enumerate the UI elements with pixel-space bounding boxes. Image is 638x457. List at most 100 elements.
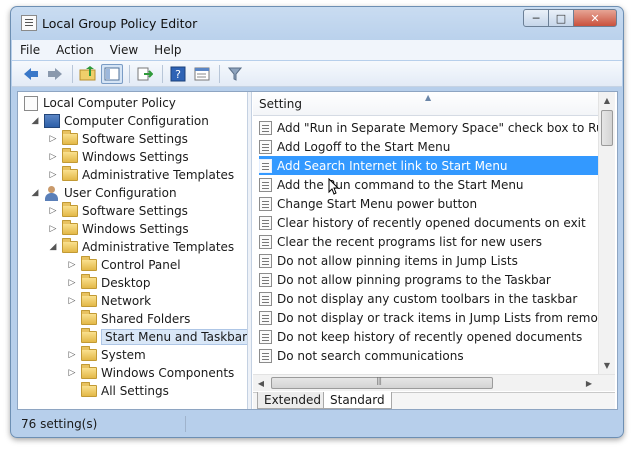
console-tree: Local Computer Policy ◢ Computer Configu… bbox=[18, 92, 247, 409]
expand-triangle-icon[interactable]: ▷ bbox=[67, 350, 77, 360]
help-button[interactable]: ? bbox=[167, 64, 189, 84]
setting-icon bbox=[259, 215, 272, 230]
properties-button[interactable] bbox=[191, 64, 213, 84]
horizontal-scroll-thumb[interactable] bbox=[271, 376, 493, 389]
menu-action[interactable]: Action bbox=[48, 43, 102, 57]
tree-node-windows-components[interactable]: ▷ Windows Components bbox=[67, 364, 234, 382]
folder-icon bbox=[62, 148, 78, 163]
status-text: 76 setting(s) bbox=[21, 416, 98, 431]
content-area: Local Computer Policy ◢ Computer Configu… bbox=[17, 91, 618, 410]
setting-row[interactable]: Do not search communications bbox=[259, 346, 598, 365]
folder-icon bbox=[62, 238, 78, 253]
expand-triangle-icon[interactable]: ▷ bbox=[67, 260, 77, 270]
tree-node-label: All Settings bbox=[101, 384, 169, 398]
tree-node-desktop[interactable]: ▷ Desktop bbox=[67, 274, 151, 292]
export-list-button[interactable] bbox=[134, 64, 156, 84]
menu-file[interactable]: File bbox=[12, 43, 48, 57]
tree-node-start-menu-and-taskbar[interactable]: Start Menu and Taskbar bbox=[81, 328, 247, 346]
collapse-triangle-icon[interactable]: ◢ bbox=[30, 116, 40, 126]
tree-node-label: Administrative Templates bbox=[82, 168, 235, 182]
scroll-up-icon[interactable]: ▲ bbox=[599, 92, 615, 109]
setting-label: Add Search Internet link to Start Menu bbox=[277, 158, 508, 173]
minimize-button[interactable]: ─ bbox=[523, 9, 549, 27]
tree-node-label-selected: Start Menu and Taskbar bbox=[101, 329, 247, 345]
expand-triangle-icon[interactable]: ▷ bbox=[48, 152, 58, 162]
scroll-down-icon[interactable]: ▼ bbox=[599, 357, 615, 374]
scroll-left-icon[interactable]: ◀ bbox=[253, 375, 269, 392]
setting-label: Do not display or track items in Jump Li… bbox=[277, 310, 598, 325]
tree-node-cc-administrative-templates[interactable]: ▷ Administrative Templates bbox=[48, 166, 234, 184]
setting-row[interactable]: Do not display any custom toolbars in th… bbox=[259, 289, 598, 308]
expand-triangle-icon[interactable]: ▷ bbox=[48, 224, 58, 234]
setting-row[interactable]: Clear history of recently opened documen… bbox=[259, 213, 598, 232]
vertical-scrollbar[interactable]: ▲ ▼ bbox=[598, 92, 615, 374]
tree-node-computer-configuration[interactable]: ◢ Computer Configuration bbox=[30, 112, 209, 130]
forward-arrow-icon bbox=[48, 67, 62, 80]
tree-node-local-computer-policy[interactable]: Local Computer Policy bbox=[24, 94, 176, 112]
folder-icon bbox=[62, 220, 78, 235]
folder-icon bbox=[62, 166, 78, 181]
status-separator bbox=[185, 416, 186, 432]
tree-node-shared-folders[interactable]: Shared Folders bbox=[81, 310, 190, 328]
maximize-button[interactable]: □ bbox=[548, 9, 574, 27]
setting-row-selected[interactable]: Add Search Internet link to Start Menu bbox=[259, 156, 598, 175]
scroll-right-icon[interactable]: ▶ bbox=[581, 375, 597, 392]
pane-splitter[interactable] bbox=[247, 92, 252, 409]
setting-row[interactable]: Change Start Menu power button bbox=[259, 194, 598, 213]
tree-node-all-settings[interactable]: All Settings bbox=[81, 382, 169, 400]
expand-triangle-icon[interactable]: ▷ bbox=[48, 206, 58, 216]
setting-row[interactable]: Add "Run in Separate Memory Space" check… bbox=[259, 118, 598, 137]
menu-view[interactable]: View bbox=[102, 43, 146, 57]
tree-node-network[interactable]: ▷ Network bbox=[67, 292, 151, 310]
setting-row[interactable]: Do not display or track items in Jump Li… bbox=[259, 308, 598, 327]
tab-standard[interactable]: Standard bbox=[323, 392, 392, 409]
setting-icon bbox=[259, 272, 272, 287]
close-button[interactable]: ✕ bbox=[573, 9, 617, 27]
tree-node-label: Local Computer Policy bbox=[43, 96, 176, 110]
setting-row[interactable]: Do not allow pinning items in Jump Lists bbox=[259, 251, 598, 270]
setting-row[interactable]: Do not allow pinning programs to the Tas… bbox=[259, 270, 598, 289]
title-bar[interactable]: Local Group Policy Editor ─ □ ✕ bbox=[11, 7, 623, 37]
expand-triangle-icon[interactable]: ▷ bbox=[67, 278, 77, 288]
vertical-scroll-thumb[interactable] bbox=[601, 110, 613, 146]
setting-row[interactable]: Clear the recent programs list for new u… bbox=[259, 232, 598, 251]
window-controls: ─ □ ✕ bbox=[523, 9, 617, 27]
setting-label: Do not display any custom toolbars in th… bbox=[277, 291, 578, 306]
show-hide-console-tree-button[interactable] bbox=[101, 63, 123, 84]
expand-triangle-icon[interactable]: ▷ bbox=[48, 170, 58, 180]
tree-node-label: Computer Configuration bbox=[64, 114, 209, 128]
tree-node-cc-windows-settings[interactable]: ▷ Windows Settings bbox=[48, 148, 189, 166]
filter-button[interactable] bbox=[224, 64, 246, 84]
setting-label: Add Logoff to the Start Menu bbox=[277, 139, 451, 154]
tree-node-uc-software-settings[interactable]: ▷ Software Settings bbox=[48, 202, 188, 220]
setting-label: Do not allow pinning programs to the Tas… bbox=[277, 272, 551, 287]
settings-list: ▲ Setting Add "Run in Separate Memory Sp… bbox=[253, 92, 617, 409]
help-icon: ? bbox=[170, 66, 186, 81]
back-button[interactable] bbox=[20, 64, 42, 84]
tree-node-cc-software-settings[interactable]: ▷ Software Settings bbox=[48, 130, 188, 148]
tree-node-uc-windows-settings[interactable]: ▷ Windows Settings bbox=[48, 220, 189, 238]
forward-button[interactable] bbox=[44, 64, 66, 84]
expand-triangle-icon[interactable]: ▷ bbox=[67, 368, 77, 378]
tab-extended[interactable]: Extended bbox=[257, 392, 328, 409]
expand-triangle-icon[interactable]: ▷ bbox=[67, 296, 77, 306]
setting-row[interactable]: Add the Run command to the Start Menu bbox=[259, 175, 598, 194]
setting-icon bbox=[259, 348, 272, 363]
expand-triangle-icon[interactable]: ▷ bbox=[48, 134, 58, 144]
up-one-level-button[interactable] bbox=[77, 64, 99, 84]
setting-row[interactable]: Add Logoff to the Start Menu bbox=[259, 137, 598, 156]
toolbar-separator bbox=[162, 64, 163, 83]
tree-node-system[interactable]: ▷ System bbox=[67, 346, 146, 364]
collapse-triangle-icon[interactable]: ◢ bbox=[30, 188, 40, 198]
menu-help[interactable]: Help bbox=[146, 43, 189, 57]
collapse-triangle-icon[interactable]: ◢ bbox=[48, 242, 58, 252]
folder-icon bbox=[62, 130, 78, 145]
tree-node-uc-administrative-templates[interactable]: ◢ Administrative Templates bbox=[48, 238, 234, 256]
setting-row[interactable]: Do not keep history of recently opened d… bbox=[259, 327, 598, 346]
tree-node-control-panel[interactable]: ▷ Control Panel bbox=[67, 256, 181, 274]
setting-label: Do not keep history of recently opened d… bbox=[277, 329, 583, 344]
window-title: Local Group Policy Editor bbox=[42, 16, 198, 31]
horizontal-scrollbar[interactable]: ◀ ▶ bbox=[253, 374, 615, 391]
tree-node-user-configuration[interactable]: ◢ User Configuration bbox=[30, 184, 177, 202]
column-header-setting[interactable]: ▲ Setting bbox=[253, 92, 598, 116]
